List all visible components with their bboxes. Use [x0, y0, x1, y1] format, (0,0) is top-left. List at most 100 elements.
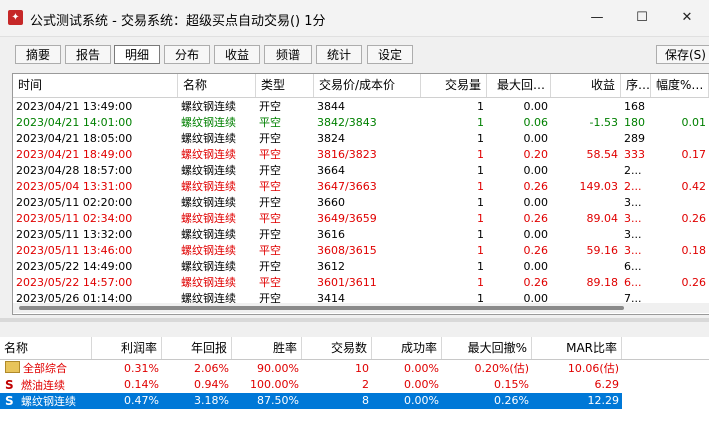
column-header[interactable]: 时间 [13, 74, 178, 97]
summary-column-header[interactable]: 交易数 [302, 337, 372, 359]
cell-annual: 3.18% [194, 394, 229, 407]
cell-range [651, 195, 709, 211]
cell-success: 0.00% [404, 362, 439, 375]
summary-table[interactable]: 名称 利润率 年回报 胜率 交易数 成功率 最大回撤% MAR比率 全部综合 0.31% 2.06… [0, 337, 709, 439]
summary-column-header[interactable]: 名称 [0, 337, 92, 359]
table-row[interactable]: 2023/05/11 02:34:00 螺纹钢连续 平空 3649/3659 1 0.26… [13, 211, 709, 227]
cell-qty: 1 [477, 196, 484, 209]
cell-seq: 289 [624, 132, 645, 145]
table-row[interactable]: 2023/04/21 14:01:00 螺纹钢连续 平空 3842/3843 1 0.06… [13, 115, 709, 131]
cell-type: 开空 [259, 228, 281, 241]
tab-2[interactable]: 报告 [65, 45, 111, 64]
s-icon: S [5, 394, 14, 408]
cell-name: 螺纹钢连续 [181, 228, 236, 241]
table-row[interactable]: 2023/05/04 13:31:00 螺纹钢连续 平空 3647/3663 1 0.26… [13, 179, 709, 195]
cell-time: 2023/05/04 13:31:00 [16, 180, 133, 193]
column-header[interactable]: 名称 [178, 74, 256, 97]
save-button[interactable]: 保存(S) [656, 45, 709, 64]
summary-column-header[interactable]: 年回报 [162, 337, 232, 359]
summary-name: 燃油连续 [21, 379, 65, 392]
cell-range: 0.26 [681, 276, 707, 289]
summary-row[interactable]: 全部综合 0.31% 2.06% 90.00% 10 0.00% 0.20%(估) 10.06… [0, 361, 709, 377]
cell-profit_rate: 0.47% [124, 394, 159, 407]
cell-seq: 3... [624, 196, 642, 209]
cell-price: 3660 [317, 196, 345, 209]
summary-column-header[interactable]: 利润率 [92, 337, 162, 359]
window-title: 公式测试系统 - 交易系统：超级买点自动交易() 1分 [30, 14, 326, 29]
tab-3[interactable]: 明细 [114, 45, 160, 64]
minimize-button[interactable]: — [577, 5, 617, 31]
summary-row[interactable]: S 螺纹钢连续 0.47% 3.18% 87.50% 8 0.00% 0.26% 12.29 [0, 393, 622, 409]
table-row[interactable]: 2023/04/21 18:49:00 螺纹钢连续 平空 3816/3823 1 0.20… [13, 147, 709, 163]
summary-column-header[interactable]: 最大回撤% [442, 337, 532, 359]
horizontal-scrollbar[interactable] [13, 303, 709, 313]
cell-price: 3616 [317, 228, 345, 241]
cell-profit_rate: 0.14% [124, 378, 159, 391]
table-row[interactable]: 2023/05/11 02:20:00 螺纹钢连续 开空 3660 1 0.00 3... [13, 195, 709, 211]
trade-detail-table[interactable]: 时间 名称 类型 交易价/成本价 交易量 最大回… 收益 序… 幅度%… 2023/04/21 … [12, 73, 709, 315]
cell-qty: 1 [477, 116, 484, 129]
cell-range: 0.17 [681, 148, 707, 161]
cell-price: 3664 [317, 164, 345, 177]
cell-name: 螺纹钢连续 [181, 116, 236, 129]
cell-range [651, 227, 709, 243]
summary-column-header[interactable]: MAR比率 [532, 337, 622, 359]
table-row[interactable]: 2023/04/28 18:57:00 螺纹钢连续 开空 3664 1 0.00 2... [13, 163, 709, 179]
summary-name: 全部综合 [23, 362, 67, 375]
tab-6[interactable]: 频谱 [264, 45, 312, 64]
tab-4[interactable]: 分布 [164, 45, 210, 64]
maximize-icon: ☐ [636, 10, 648, 25]
pane-splitter[interactable] [0, 318, 709, 322]
cell-maxdd: 0.26% [494, 394, 529, 407]
table-row[interactable]: 2023/05/11 13:46:00 螺纹钢连续 平空 3608/3615 1 0.26… [13, 243, 709, 259]
tab-toolbar: 摘要 报告 明细 分布 收益 频谱 统计 设定 保存(S) [0, 42, 709, 68]
tab-5[interactable]: 收益 [214, 45, 260, 64]
cell-win: 100.00% [250, 378, 299, 391]
cell-name: 螺纹钢连续 [181, 244, 236, 257]
cell-time: 2023/04/21 18:05:00 [16, 132, 133, 145]
scrollbar-thumb[interactable] [19, 306, 624, 310]
tab-1[interactable]: 摘要 [15, 45, 61, 64]
cell-dd: 0.20 [523, 148, 549, 161]
column-header[interactable]: 交易价/成本价 [314, 74, 421, 97]
close-button[interactable]: ✕ [667, 5, 707, 31]
column-header[interactable]: 收益 [551, 74, 621, 97]
cell-type: 开空 [259, 260, 281, 273]
cell-seq: 180 [624, 116, 645, 129]
summary-row[interactable]: S 燃油连续 0.14% 0.94% 100.00% 2 0.00% 0.15% 6.29 [0, 377, 709, 393]
cell-profit [551, 163, 621, 179]
cell-dd: 0.06 [523, 116, 549, 129]
column-header[interactable]: 幅度%… [651, 74, 709, 97]
cell-dd: 0.00 [523, 164, 549, 177]
cell-qty: 1 [477, 148, 484, 161]
cell-win: 87.50% [257, 394, 299, 407]
column-header[interactable]: 类型 [256, 74, 314, 97]
summary-column-header[interactable]: 胜率 [232, 337, 302, 359]
cell-price: 3844 [317, 100, 345, 113]
cell-time: 2023/05/22 14:49:00 [16, 260, 133, 273]
column-header[interactable]: 交易量 [421, 74, 487, 97]
cell-annual: 2.06% [194, 362, 229, 375]
tab-8[interactable]: 设定 [367, 45, 413, 64]
table-row[interactable]: 2023/05/11 13:32:00 螺纹钢连续 开空 3616 1 0.00 3... [13, 227, 709, 243]
cell-name: 螺纹钢连续 [181, 132, 236, 145]
cell-range: 0.18 [681, 244, 707, 257]
column-header[interactable]: 序… [621, 74, 651, 97]
cell-qty: 1 [477, 260, 484, 273]
table-row[interactable]: 2023/04/21 18:05:00 螺纹钢连续 开空 3824 1 0.00 289 [13, 131, 709, 147]
cell-name: 螺纹钢连续 [181, 276, 236, 289]
cell-qty: 1 [477, 212, 484, 225]
column-header[interactable]: 最大回… [487, 74, 551, 97]
tab-7[interactable]: 统计 [316, 45, 362, 64]
table-row[interactable]: 2023/05/22 14:57:00 螺纹钢连续 平空 3601/3611 1 0.26… [13, 275, 709, 291]
cell-seq: 333 [624, 148, 645, 161]
minimize-icon: — [590, 10, 604, 25]
table-row[interactable]: 2023/04/21 13:49:00 螺纹钢连续 开空 3844 1 0.00 168 [13, 99, 709, 115]
close-icon: ✕ [681, 10, 693, 25]
cell-range [651, 163, 709, 179]
summary-column-header[interactable]: 成功率 [372, 337, 442, 359]
cell-name: 螺纹钢连续 [181, 180, 236, 193]
table-row[interactable]: 2023/05/22 14:49:00 螺纹钢连续 开空 3612 1 0.00 6... [13, 259, 709, 275]
maximize-button[interactable]: ☐ [622, 5, 662, 31]
cell-time: 2023/04/28 18:57:00 [16, 164, 133, 177]
